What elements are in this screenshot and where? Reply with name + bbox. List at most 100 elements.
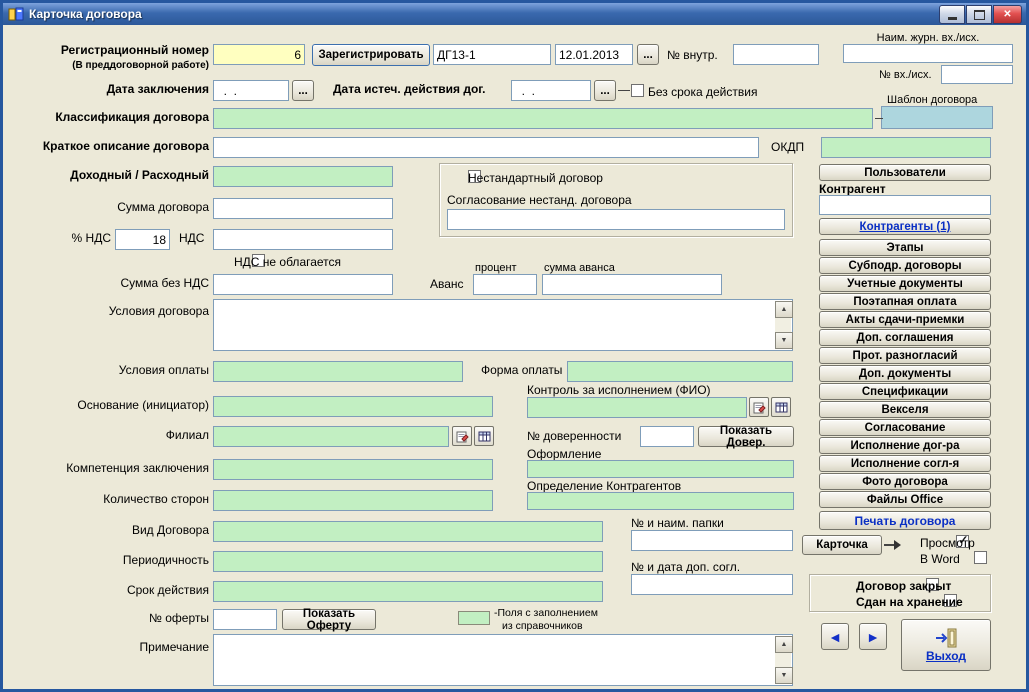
reg-number-label-block: Регистрационный номер (В преддоговорной …: [11, 44, 209, 72]
vat-input[interactable]: [213, 229, 393, 250]
users-button[interactable]: Пользователи: [819, 164, 991, 181]
print-contract-button[interactable]: Печать договора: [819, 511, 991, 530]
internal-number-input[interactable]: [733, 44, 819, 65]
payment-terms-label: Условия оплаты: [11, 364, 209, 378]
word-label: В Word: [920, 552, 960, 566]
scroll-down-icon[interactable]: [775, 667, 793, 684]
parties-count-input[interactable]: [213, 490, 493, 511]
payment-terms-input[interactable]: [213, 361, 463, 382]
scroll-down-icon[interactable]: [775, 332, 793, 349]
nonstandard-approval-input[interactable]: [447, 209, 785, 230]
contract-kind-label: Вид Договора: [11, 524, 209, 538]
sidebar-button-promissory-notes[interactable]: Векселя: [819, 401, 991, 418]
sidebar-button-disagreement-protocols[interactable]: Прот. разногласий: [819, 347, 991, 364]
expiry-date-input[interactable]: [511, 80, 591, 101]
execution-control-table-button[interactable]: [771, 397, 791, 417]
description-input[interactable]: [213, 137, 759, 158]
minimize-button[interactable]: [939, 5, 965, 24]
folder-input[interactable]: [631, 530, 793, 551]
sidebar-button-subcontracts[interactable]: Субподр. договоры: [819, 257, 991, 274]
addendum-input[interactable]: [631, 574, 793, 595]
show-attorney-button[interactable]: Показать Довер.: [698, 426, 794, 447]
sidebar-button-office-files[interactable]: Файлы Office: [819, 491, 991, 508]
scroll-up-icon[interactable]: [775, 301, 793, 318]
internal-number-label: № внутр.: [667, 49, 718, 63]
conclusion-date-browse-button[interactable]: ...: [292, 80, 314, 101]
note-textarea[interactable]: [213, 634, 793, 686]
sum-without-vat-input[interactable]: [213, 274, 393, 295]
advance-percent-input[interactable]: [473, 274, 537, 295]
classification-input[interactable]: [213, 108, 873, 129]
branch-table-button[interactable]: [474, 426, 494, 446]
expiry-date-browse-button[interactable]: ...: [594, 80, 616, 101]
connector-line: [875, 118, 883, 119]
counterparty-definition-input[interactable]: [527, 492, 794, 510]
execution-control-input[interactable]: [527, 397, 747, 418]
contract-kind-input[interactable]: [213, 521, 603, 542]
reg-number-input[interactable]: [213, 44, 305, 65]
reg-number-label: Регистрационный номер: [61, 43, 209, 57]
contract-date-browse-button[interactable]: ...: [637, 44, 659, 65]
register-button[interactable]: Зарегистрировать: [312, 44, 430, 66]
competence-input[interactable]: [213, 459, 493, 480]
basis-input[interactable]: [213, 396, 493, 417]
sidebar-button-staged-payment[interactable]: Поэтапная оплата: [819, 293, 991, 310]
card-button[interactable]: Карточка: [802, 535, 882, 555]
nonstandard-label: Нестандартный договор: [468, 171, 603, 185]
contract-number-input[interactable]: [433, 44, 551, 65]
contract-sum-input[interactable]: [213, 198, 393, 219]
prev-record-button[interactable]: ◄: [821, 623, 849, 650]
exit-button[interactable]: Выход: [901, 619, 991, 671]
sidebar-button-stages[interactable]: Этапы: [819, 239, 991, 256]
advance-sum-input[interactable]: [542, 274, 722, 295]
sidebar-button-additional-docs[interactable]: Доп. документы: [819, 365, 991, 382]
periodicity-input[interactable]: [213, 551, 603, 572]
contract-closed-label: Договор закрыт: [856, 579, 951, 593]
close-button[interactable]: ✕: [993, 5, 1022, 24]
sidebar-button-approval[interactable]: Согласование: [819, 419, 991, 436]
note-scrollbar[interactable]: [775, 636, 791, 684]
formalization-input[interactable]: [527, 460, 794, 478]
connector-line: [618, 90, 630, 91]
validity-input[interactable]: [213, 581, 603, 602]
sidebar-button-specifications[interactable]: Спецификации: [819, 383, 991, 400]
sidebar-button-acceptance-acts[interactable]: Акты сдачи-приемки: [819, 311, 991, 328]
incoming-number-label: № вх./исх.: [879, 69, 932, 82]
offer-number-input[interactable]: [213, 609, 277, 630]
sidebar-button-contract-photo[interactable]: Фото договора: [819, 473, 991, 490]
next-record-button[interactable]: ►: [859, 623, 887, 650]
branch-dictionary-button[interactable]: [452, 426, 472, 446]
counterparties-button[interactable]: Контрагенты (1): [819, 218, 991, 235]
show-offer-button[interactable]: Показать Оферту: [282, 609, 376, 630]
contract-terms-scrollbar[interactable]: [775, 301, 791, 349]
sidebar-button-contract-execution[interactable]: Исполнение дог-ра: [819, 437, 991, 454]
sidebar-button-agreement-execution[interactable]: Исполнение согл-я: [819, 455, 991, 472]
no-term-checkbox[interactable]: [631, 84, 644, 97]
journal-name-input[interactable]: [843, 44, 1013, 63]
attorney-number-input[interactable]: [640, 426, 694, 447]
sidebar-button-accounting-docs[interactable]: Учетные документы: [819, 275, 991, 292]
dictionary-icon: [753, 401, 766, 414]
template-box[interactable]: [881, 106, 993, 129]
income-expense-input[interactable]: [213, 166, 393, 187]
contract-terms-textarea[interactable]: [213, 299, 793, 351]
sidebar-button-addenda[interactable]: Доп. соглашения: [819, 329, 991, 346]
okdp-input[interactable]: [821, 137, 991, 158]
conclusion-date-input[interactable]: [213, 80, 289, 101]
view-label: Просмотр: [920, 536, 975, 550]
scroll-up-icon[interactable]: [775, 636, 793, 653]
word-checkbox[interactable]: [974, 551, 987, 564]
contract-date-input[interactable]: [555, 44, 633, 65]
folder-label: № и наим. папки: [631, 517, 724, 531]
legend-line2: из справочников: [494, 620, 583, 632]
vat-percent-input[interactable]: [115, 229, 170, 250]
incoming-number-input[interactable]: [941, 65, 1013, 84]
advance-label: Аванс: [430, 278, 464, 292]
branch-input[interactable]: [213, 426, 449, 447]
periodicity-label: Периодичность: [11, 554, 209, 568]
maximize-button[interactable]: [966, 5, 992, 24]
counterparty-input[interactable]: [819, 195, 991, 215]
payment-form-input[interactable]: [567, 361, 793, 382]
window-title: Карточка договора: [29, 7, 142, 21]
execution-control-dictionary-button[interactable]: [749, 397, 769, 417]
